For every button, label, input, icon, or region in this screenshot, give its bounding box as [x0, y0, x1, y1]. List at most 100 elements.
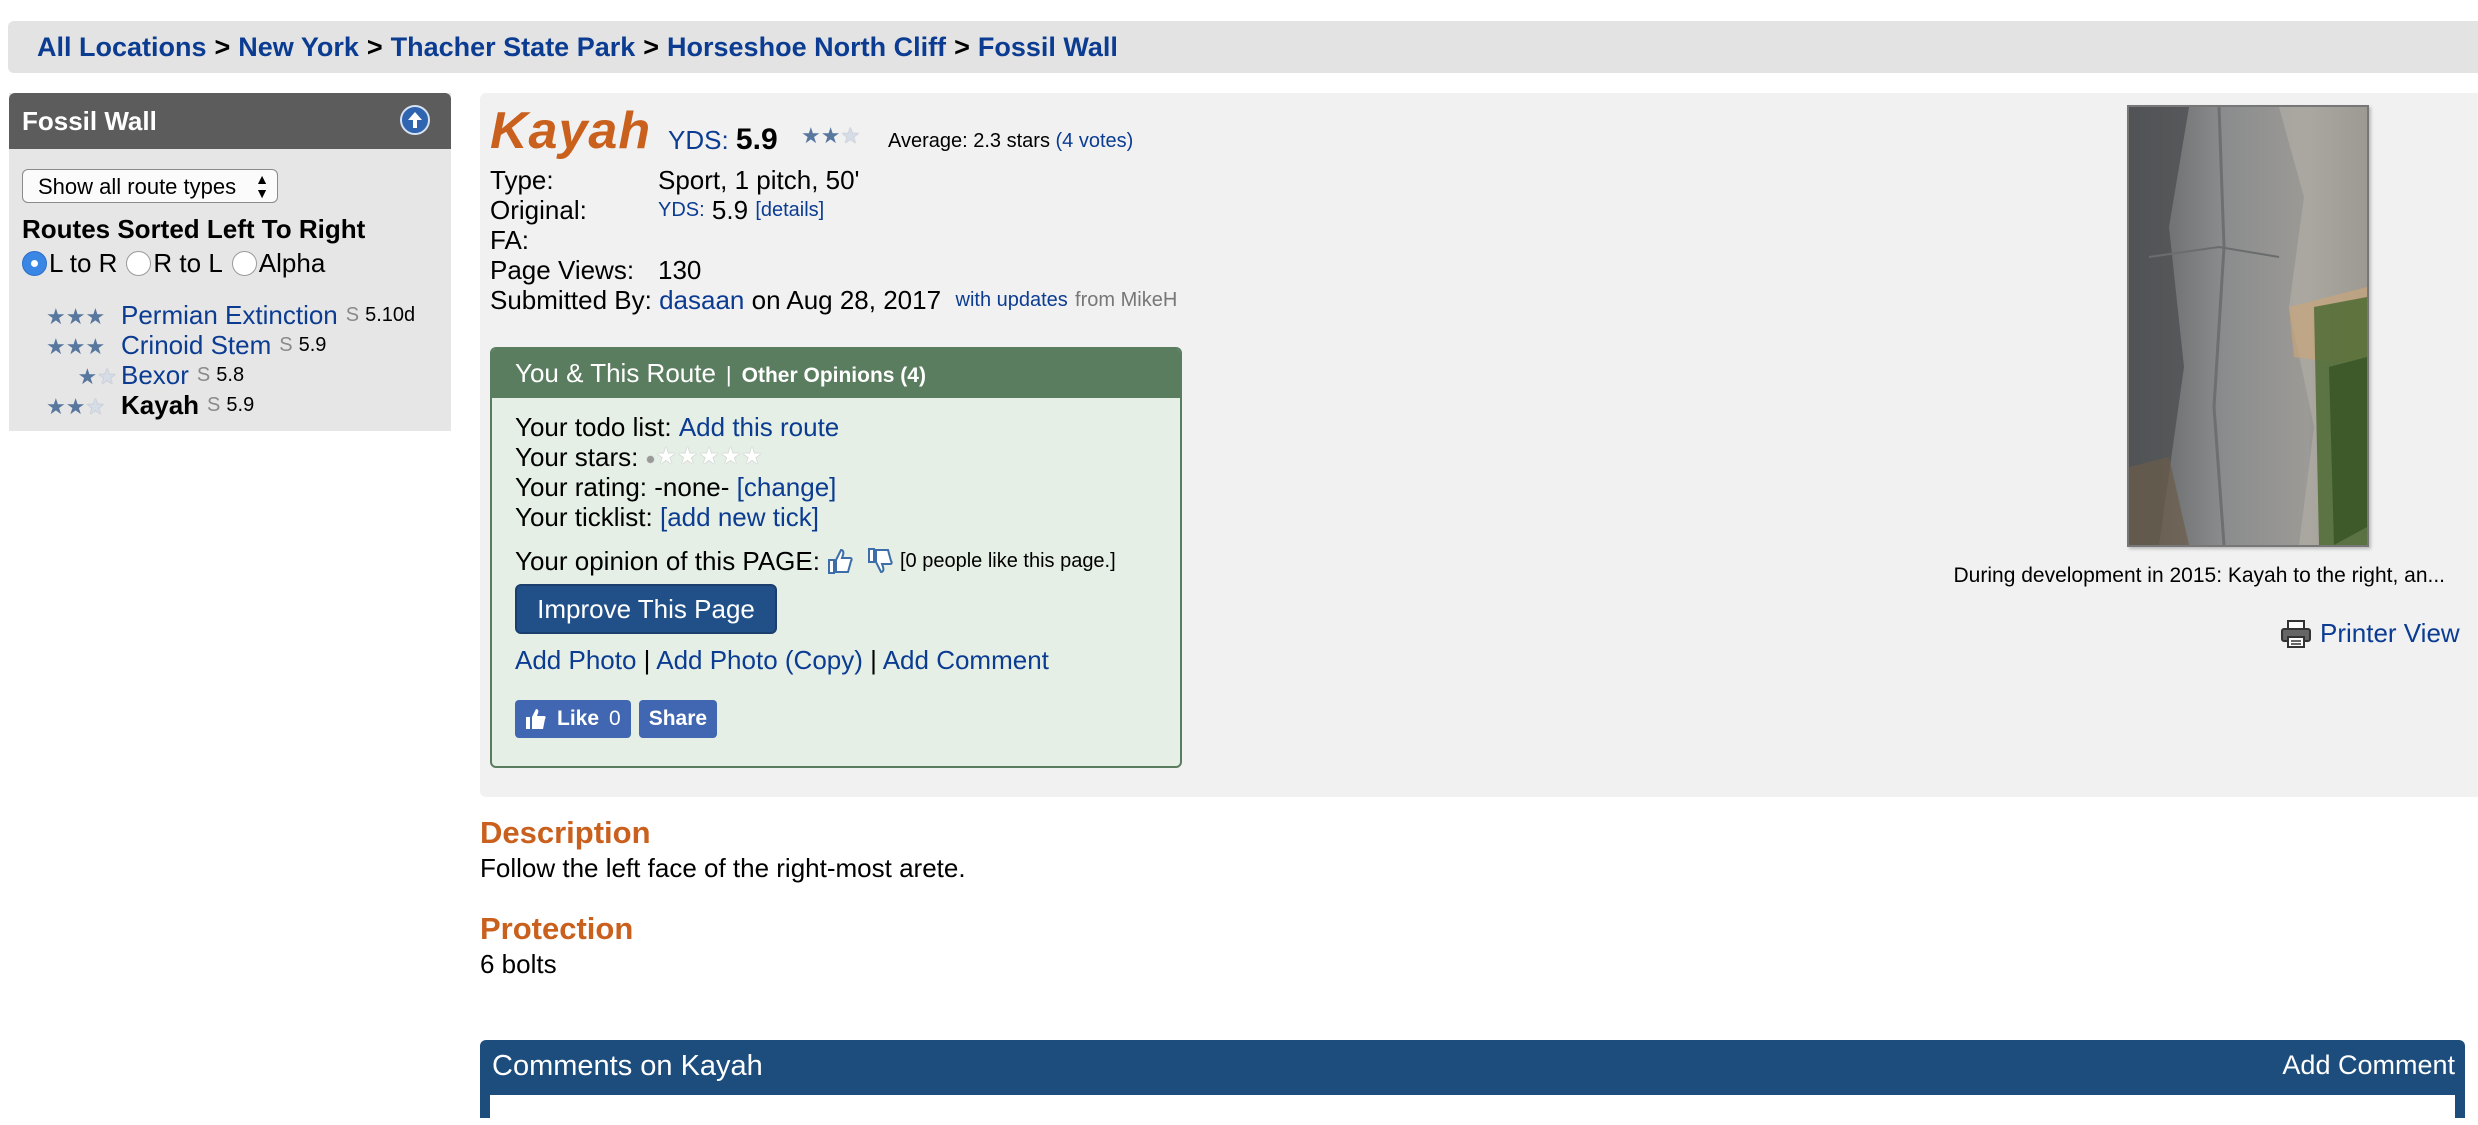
route-grade: 5.9 [298, 333, 327, 356]
route-list: ★★★ Permian Extinction S 5.10d ★★★ Crino… [46, 300, 415, 420]
add-comment-link[interactable]: Add Comment [883, 645, 1049, 675]
info-value: Sport, 1 pitch, 50' [658, 165, 860, 195]
route-type: S [196, 363, 211, 386]
average-rating: Average: 2.3 stars (4 votes) [888, 130, 1133, 153]
facebook-like-button[interactable]: Like 0 [515, 700, 631, 738]
sort-option-alpha[interactable]: Alpha [231, 248, 326, 279]
route-grade-header: YDS: 5.9 [668, 123, 778, 157]
sort-title: Routes Sorted Left To Right [22, 214, 366, 244]
info-value: 130 [658, 255, 702, 285]
action-links: Add Photo | Add Photo (Copy) | Add Comme… [515, 644, 1180, 676]
sidebar: Fossil Wall Show all route types ▲ ▼ Rout… [9, 93, 451, 431]
cancel-rating-icon[interactable]: ● [646, 451, 656, 468]
you-box-header: You & This Route | Other Opinions (4) [492, 349, 1180, 398]
arrow-up-icon[interactable] [400, 105, 430, 135]
todo-row: Your todo list: Add this route [515, 412, 1180, 442]
add-new-tick-link[interactable]: [add new tick] [660, 502, 819, 532]
route-link-bexor[interactable]: Bexor [121, 360, 189, 391]
sidebar-header: Fossil Wall [9, 93, 451, 149]
with-updates-link[interactable]: with updates [956, 285, 1068, 315]
rating-row: Your rating: -none- [change] [515, 472, 1180, 502]
info-label: Type: [490, 165, 554, 195]
info-label: FA: [490, 225, 530, 255]
breadcrumb: All Locations > New York > Thacher State Par… [8, 21, 2478, 73]
description-text: Follow the left face of the right-most a… [480, 853, 966, 883]
add-comment-button[interactable]: Add Comment [2282, 1050, 2455, 1081]
radio-icon[interactable] [231, 251, 257, 276]
submitter-link[interactable]: dasaan [659, 285, 744, 315]
sort-option-label: R to L [153, 248, 223, 278]
radio-icon[interactable] [126, 251, 152, 276]
route-type: S [345, 303, 360, 326]
sort-option-label: L to R [49, 248, 118, 278]
updated-by: from MikeH [1075, 289, 1178, 311]
add-to-todo-link[interactable]: Add this route [679, 412, 839, 442]
todo-label: Your todo list: [515, 412, 672, 442]
submitted-date: on Aug 28, 2017 [751, 285, 942, 315]
route-type-select[interactable]: Show all route types ▲ ▼ [22, 169, 278, 203]
tab-separator: | [725, 362, 732, 387]
printer-view-label[interactable]: Printer View [2320, 618, 2460, 649]
average-stars-icon: ★★★ [801, 123, 861, 148]
route-grade: 5.8 [216, 363, 245, 386]
details-link[interactable]: [details] [755, 195, 824, 225]
change-rating-link[interactable]: [change] [737, 472, 837, 502]
facebook-like-count: 0 [609, 707, 621, 730]
route-link-permian-extinction[interactable]: Permian Extinction [121, 300, 338, 331]
route-info-table: Type: Sport, 1 pitch, 50' Original: YDS:… [490, 165, 1177, 315]
breadcrumb-thacher-state-park[interactable]: Thacher State Park [391, 32, 636, 62]
votes-link[interactable]: (4 votes) [1056, 130, 1134, 152]
breadcrumb-fossil-wall[interactable]: Fossil Wall [978, 32, 1118, 62]
sort-option-r-to-l[interactable]: R to L [126, 248, 223, 279]
protection-heading: Protection [480, 911, 634, 946]
sort-option-l-to-r[interactable]: L to R [22, 248, 117, 279]
tab-other-opinions[interactable]: Other Opinions (4) [742, 364, 926, 387]
info-row-submitted: Submitted By: dasaan on Aug 28, 2017 wit… [490, 285, 1177, 315]
rating-value: -none- [654, 472, 730, 502]
select-arrows-icon: ▲ ▼ [255, 171, 269, 201]
rate-stars-widget[interactable]: ●★★★★★ [646, 440, 763, 475]
breadcrumb-separator: > [643, 32, 660, 62]
ticklist-label: Your ticklist: [515, 502, 653, 532]
opinion-label: Your opinion of this PAGE: [515, 546, 820, 576]
rating-label: Your rating: [515, 472, 648, 502]
opinion-count: [0 people like this page.] [899, 550, 1116, 572]
breadcrumb-horseshoe-north-cliff[interactable]: Horseshoe North Cliff [667, 32, 946, 62]
thumbs-down-icon[interactable] [866, 547, 894, 575]
info-label: Page Views: [490, 255, 635, 285]
thumbs-up-icon[interactable] [826, 547, 854, 575]
add-photo-copy-link[interactable]: Add Photo (Copy) [656, 645, 863, 675]
tab-you-and-this-route[interactable]: You & This Route [515, 358, 716, 388]
add-photo-link[interactable]: Add Photo [515, 645, 636, 675]
improve-page-button[interactable]: Improve This Page [515, 584, 777, 634]
info-label: Original: [490, 195, 587, 225]
breadcrumb-new-york[interactable]: New York [238, 32, 359, 62]
you-and-this-route-box: You & This Route | Other Opinions (4) Your… [490, 347, 1182, 768]
info-row-type: Type: Sport, 1 pitch, 50' [490, 165, 1177, 195]
breadcrumb-all-locations[interactable]: All Locations [37, 32, 207, 62]
average-rating-text: Average: 2.3 stars [888, 130, 1050, 152]
route-list-item: ★★★ Crinoid Stem S 5.9 [46, 330, 415, 360]
comments-body [490, 1095, 2455, 1125]
breadcrumb-separator: > [954, 32, 970, 62]
info-label: Submitted By: [490, 285, 652, 315]
route-type: S [279, 333, 293, 356]
grade-system: YDS: [668, 125, 729, 155]
route-link-crinoid-stem[interactable]: Crinoid Stem [121, 330, 271, 361]
star-rating-icon: ★★★ [46, 303, 106, 329]
sort-options: L to R R to L Alpha [22, 248, 334, 279]
breadcrumb-separator: > [214, 32, 231, 62]
route-title: Kayah [490, 102, 652, 160]
facebook-share-button[interactable]: Share [638, 700, 718, 738]
radio-selected-icon[interactable] [22, 251, 47, 276]
facebook-like-label: Like [557, 707, 600, 730]
sidebar-title: Fossil Wall [22, 106, 157, 136]
description-heading: Description [480, 815, 651, 850]
info-row-original: Original: YDS: 5.9 [details] [490, 195, 1177, 225]
printer-view-link[interactable]: Printer View [2280, 618, 2460, 649]
route-list-item: ★★ Bexor S 5.8 [46, 360, 415, 390]
sort-option-label: Alpha [258, 248, 326, 278]
route-photo[interactable] [2127, 105, 2369, 547]
info-row-fa: FA: [490, 225, 1177, 255]
breadcrumb-separator: > [366, 32, 383, 62]
